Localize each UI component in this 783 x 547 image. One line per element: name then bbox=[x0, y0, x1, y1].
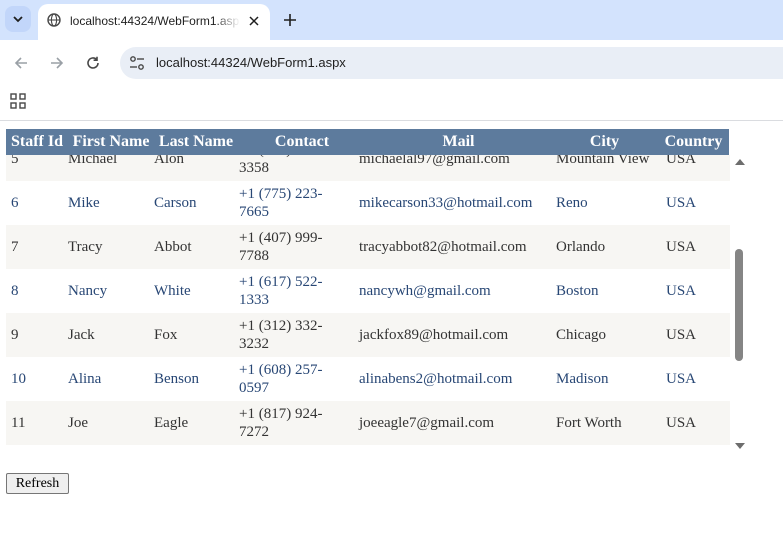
cell-contact: +1 (817) 924-7272 bbox=[239, 406, 323, 440]
cell-last-name: Carson bbox=[154, 195, 197, 211]
header-mail: Mail bbox=[442, 133, 475, 150]
cell-contact: +1 (608) 257-0597 bbox=[239, 362, 323, 396]
site-info-icon[interactable] bbox=[128, 54, 146, 72]
cell-last-name: Benson bbox=[154, 371, 199, 387]
header-country: Country bbox=[664, 133, 723, 150]
cell-city: Fort Worth bbox=[556, 415, 622, 431]
cell-last-name: Eagle bbox=[154, 415, 189, 431]
cell-first-name: Michael bbox=[68, 155, 118, 167]
header-city: City bbox=[589, 133, 620, 150]
grid-scroll-area[interactable]: 5 Michael Alon +1 (650) 965-3358 michaelal97… bbox=[6, 155, 730, 453]
cell-last-name: White bbox=[154, 283, 191, 299]
new-tab-button[interactable] bbox=[278, 8, 302, 32]
cell-mail: joeeagle7@gmail.com bbox=[359, 415, 495, 431]
header-first-name: First Name bbox=[72, 133, 150, 150]
cell-staff-id: 5 bbox=[11, 155, 19, 167]
cell-country: USA bbox=[666, 415, 697, 431]
refresh-button[interactable]: Refresh bbox=[6, 473, 69, 494]
cell-last-name: Fox bbox=[154, 327, 178, 343]
table-row: 7 Tracy Abbot +1 (407) 999-7788 tracyabbot82… bbox=[6, 225, 730, 269]
table-row: +1 (520) 622- bbox=[6, 445, 730, 453]
reload-icon bbox=[87, 56, 99, 69]
header-staff-id: Staff Id bbox=[10, 133, 63, 150]
cell-contact: +1 (312) 332-3232 bbox=[239, 318, 323, 352]
cell-mail: michaelal97@gmail.com bbox=[359, 155, 510, 167]
cell-city: Orlando bbox=[556, 239, 606, 255]
address-bar[interactable]: localhost:44324/WebForm1.aspx bbox=[120, 47, 783, 79]
cell-staff-id: 7 bbox=[11, 239, 19, 255]
close-icon bbox=[249, 16, 259, 26]
cell-city: Chicago bbox=[556, 327, 606, 343]
tab-title: localhost:44324/WebForm1.aspx bbox=[70, 14, 240, 28]
cell-staff-id: 8 bbox=[11, 283, 19, 299]
forward-button[interactable] bbox=[45, 51, 69, 75]
cell-city: Boston bbox=[556, 283, 599, 299]
cell-country: USA bbox=[666, 155, 697, 167]
cell-contact: +1 (650) 965-3358 bbox=[239, 155, 322, 176]
table-row: 11 Joe Eagle +1 (817) 924-7272 joeeagle7@gma… bbox=[6, 401, 730, 445]
cell-mail: jackfox89@hotmail.com bbox=[359, 327, 509, 343]
tab-search-button[interactable] bbox=[5, 6, 31, 32]
bookmarks-bar bbox=[0, 86, 783, 121]
header-contact: Contact bbox=[274, 133, 330, 150]
scroll-up-arrow[interactable] bbox=[735, 159, 745, 165]
web-page: Staff Id First Name Last Name Contact Ma… bbox=[0, 121, 783, 547]
cell-last-name: Alon bbox=[154, 155, 184, 167]
grid-header-row: Staff Id First Name Last Name Contact Ma… bbox=[6, 129, 729, 155]
header-last-name: Last Name bbox=[158, 133, 234, 150]
cell-staff-id: 10 bbox=[11, 371, 26, 387]
chevron-down-icon bbox=[13, 16, 23, 23]
grid-rows: 5 Michael Alon +1 (650) 965-3358 michaelal97… bbox=[6, 155, 730, 453]
cell-country: USA bbox=[666, 283, 697, 299]
arrow-left-icon bbox=[14, 57, 27, 69]
apps-grid-icon[interactable] bbox=[9, 92, 27, 110]
cell-contact: +1 (775) 223-7665 bbox=[239, 186, 323, 220]
cell-contact: +1 (407) 999-7788 bbox=[239, 230, 323, 264]
tab-strip: localhost:44324/WebForm1.aspx bbox=[0, 0, 783, 40]
reload-button[interactable] bbox=[81, 51, 105, 75]
url-text: localhost:44324/WebForm1.aspx bbox=[156, 55, 346, 70]
table-row: 6 Mike Carson +1 (775) 223-7665 mikecarson33… bbox=[6, 181, 730, 225]
cell-mail: alinabens2@hotmail.com bbox=[359, 371, 513, 387]
cell-first-name: Tracy bbox=[68, 239, 103, 255]
cell-city: Mountain View bbox=[556, 155, 650, 167]
cell-first-name: Alina bbox=[68, 371, 102, 387]
cell-mail: tracyabbot82@hotmail.com bbox=[359, 239, 527, 255]
cell-mail: nancywh@gmail.com bbox=[359, 283, 491, 299]
plus-icon bbox=[284, 14, 296, 26]
cell-staff-id: 9 bbox=[11, 327, 19, 343]
cell-country: USA bbox=[666, 371, 697, 387]
staff-grid: Staff Id First Name Last Name Contact Ma… bbox=[6, 129, 746, 453]
cell-first-name: Joe bbox=[68, 415, 88, 431]
cell-contact: +1 (617) 522-1333 bbox=[239, 274, 323, 308]
cell-staff-id: 6 bbox=[11, 195, 19, 211]
table-row: 5 Michael Alon +1 (650) 965-3358 michaelal97… bbox=[6, 155, 730, 181]
globe-icon bbox=[47, 13, 61, 27]
cell-country: USA bbox=[666, 327, 697, 343]
cell-city: Reno bbox=[556, 195, 588, 211]
cell-first-name: Jack bbox=[68, 327, 95, 343]
table-row: 8 Nancy White +1 (617) 522-1333 nancywh@gmai… bbox=[6, 269, 730, 313]
cell-mail: mikecarson33@hotmail.com bbox=[359, 195, 533, 211]
table-row: 10 Alina Benson +1 (608) 257-0597 alinabens2… bbox=[6, 357, 730, 401]
grid-scrollbar[interactable] bbox=[733, 155, 746, 453]
cell-staff-id: 11 bbox=[11, 415, 26, 431]
scroll-thumb[interactable] bbox=[735, 249, 743, 361]
back-button[interactable] bbox=[9, 51, 33, 75]
cell-first-name: Mike bbox=[68, 195, 100, 211]
scroll-down-arrow[interactable] bbox=[735, 443, 745, 449]
cell-country: USA bbox=[666, 239, 697, 255]
cell-last-name: Abbot bbox=[154, 239, 192, 255]
active-tab[interactable]: localhost:44324/WebForm1.aspx bbox=[38, 4, 270, 40]
tab-close-button[interactable] bbox=[245, 12, 263, 30]
browser-toolbar: localhost:44324/WebForm1.aspx bbox=[0, 40, 783, 86]
table-row: 9 Jack Fox +1 (312) 332-3232 jackfox89@hotma… bbox=[6, 313, 730, 357]
cell-city: Madison bbox=[556, 371, 609, 387]
cell-first-name: Nancy bbox=[68, 283, 108, 299]
cell-country: USA bbox=[666, 195, 697, 211]
arrow-right-icon bbox=[51, 57, 64, 69]
